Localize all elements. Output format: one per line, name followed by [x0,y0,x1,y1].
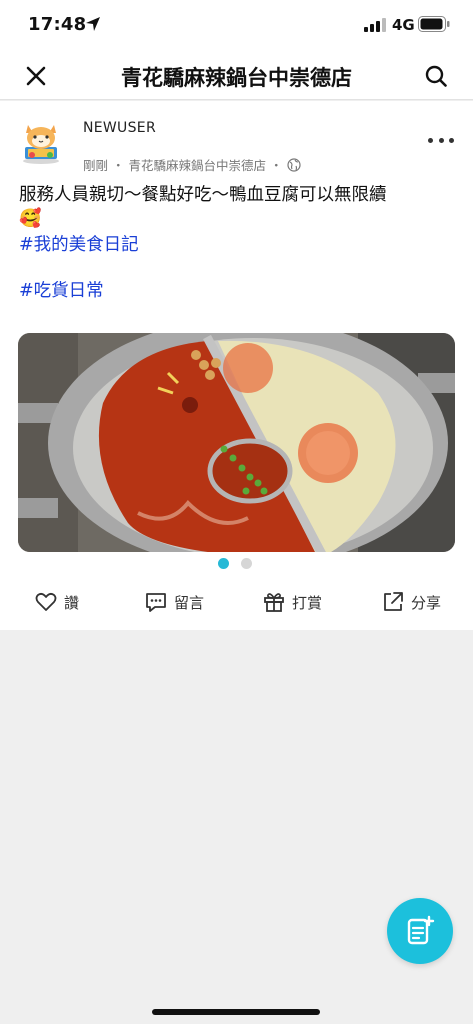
compose-note-icon [407,915,435,945]
post-location[interactable]: 青花驕麻辣鍋台中崇德店 [129,155,267,174]
location-arrow-icon [86,17,100,31]
hashtag-link[interactable]: #我的美食日記 [19,231,139,256]
like-button[interactable]: 讚 [34,590,79,614]
comment-icon [146,593,166,612]
search-icon [425,65,447,87]
tip-button[interactable]: 打賞 [262,590,322,614]
post-card: NEWUSER 剛剛 ・ 青花驕麻辣鍋台中崇德店 ・ 服務人員親切～餐點好吃～鴨… [0,101,473,630]
like-label: 讚 [64,593,80,612]
share-icon [384,592,403,611]
post-meta: 剛剛 ・ 青花驕麻辣鍋台中崇德店 ・ [83,155,301,174]
share-button[interactable]: 分享 [381,590,441,614]
meta-separator: ・ [270,158,283,173]
share-label: 分享 [411,593,442,612]
compose-button[interactable] [387,898,453,964]
home-indicator [152,1009,320,1015]
more-dot [449,137,454,143]
network-type: 4G [392,16,415,34]
hashtag-link[interactable]: #吃貨日常 [19,277,104,302]
post-time: 剛剛 [83,158,109,173]
post-photo[interactable] [18,333,455,552]
more-options-button[interactable] [428,131,454,149]
pager-dot[interactable] [241,558,252,569]
avatar[interactable] [20,119,62,165]
signal-icon [364,18,386,32]
post-emoji: 🥰 [19,208,42,229]
image-pager [218,558,252,569]
comment-button[interactable]: 留言 [144,590,204,614]
gift-icon [264,593,284,612]
status-bar: 17:48 4G [0,0,473,52]
action-bar: 讚 留言 打賞 分享 [0,586,473,620]
comment-label: 留言 [174,593,205,612]
hotpot-image [18,333,455,552]
battery-icon [418,16,450,32]
more-dot [438,137,444,143]
tip-label: 打賞 [292,593,323,612]
post-body-text: 服務人員親切～餐點好吃～鴨血豆腐可以無限續 [19,185,387,205]
more-dot [428,137,433,143]
post-username[interactable]: NEWUSER [83,120,156,136]
page-title: 青花驕麻辣鍋台中崇德店 [121,66,352,90]
close-icon [26,66,46,86]
nav-bar: 青花驕麻辣鍋台中崇德店 [0,52,473,100]
search-button[interactable] [422,62,450,90]
heart-icon [35,592,57,611]
status-time: 17:48 [28,14,87,35]
close-button[interactable] [22,62,50,90]
globe-icon [286,157,301,172]
pager-dot-active[interactable] [218,558,229,569]
meta-separator: ・ [112,158,125,173]
